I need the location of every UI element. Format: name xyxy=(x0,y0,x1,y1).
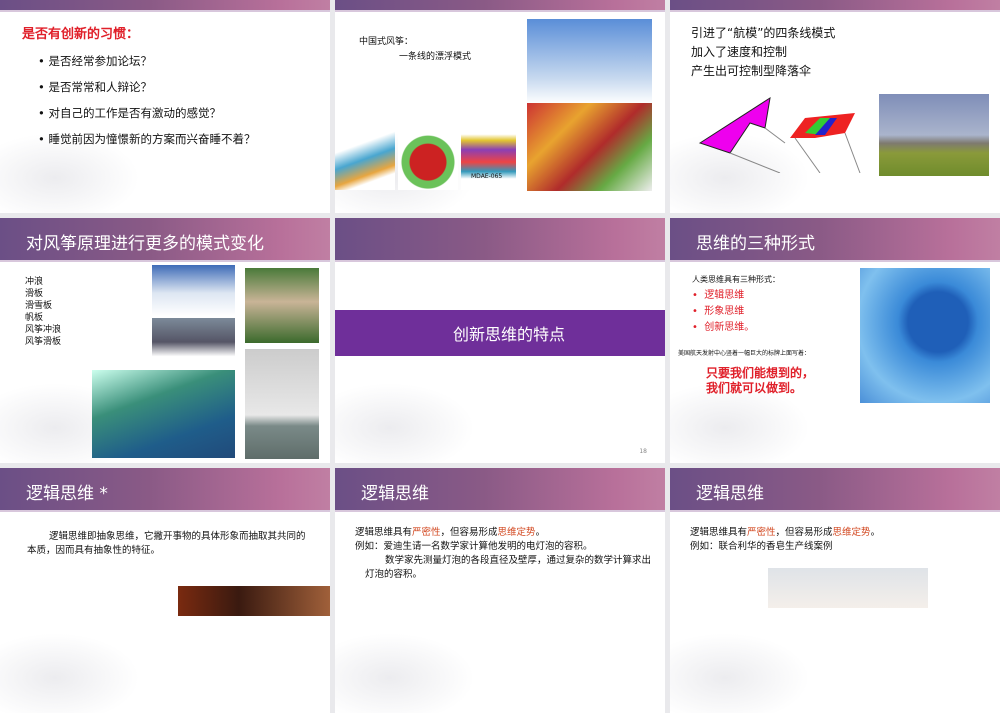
activity-list: 冲浪 滑板 滑雪板 帆板 风筝冲浪 风筝滑板 xyxy=(25,277,62,347)
slide-header: 思维的三种形式 xyxy=(670,218,1000,262)
dragon-kite-photo xyxy=(527,19,652,104)
bullet-list: • 是否经常参加论坛？ • 是否常常和人辩论？ • 对自己的工作是否有激动的感觉… xyxy=(38,48,255,152)
body-text: 逻辑思维即抽象思维，它撇开事物的具体形象而抽取其共同的本质，因而具有抽象性的特征… xyxy=(27,531,306,556)
section-title: 创新思维的特点 xyxy=(453,325,566,344)
slide-heading: 是否有创新的习惯： xyxy=(22,27,140,42)
slide-thumbnail-1[interactable]: 是否有创新的习惯： • 是否经常参加论坛？ • 是否常常和人辩论？ • 对自己的… xyxy=(0,0,330,213)
kite-label: MDAE-065 xyxy=(471,173,503,180)
slide-thumbnail-6[interactable]: 思维的三种形式 人类思维具有三种形式： • 逻辑思维 • 形象思维 • 创新思维… xyxy=(670,218,1000,463)
slide-thumbnail-3[interactable]: 引进了“航模”的四条线模式 加入了速度和控制 产生出可控制型降落伞 xyxy=(670,0,1000,213)
slide-title: 思维的三种形式 xyxy=(696,234,815,254)
slide-thumbnail-5[interactable]: 创新思维的特点 18 xyxy=(335,218,665,463)
slide-title: 逻辑思维 * xyxy=(26,484,108,504)
slide-text: 引进了“航模”的四条线模式 加入了速度和控制 产生出可控制型降落伞 xyxy=(691,26,836,78)
slide-thumbnail-7[interactable]: 逻辑思维 * 逻辑思维即抽象思维，它撇开事物的具体形象而抽取其共同的本质，因而具… xyxy=(0,468,330,713)
slide-header xyxy=(335,0,665,12)
slide-thumbnail-9[interactable]: 逻辑思维 逻辑思维具有严密性，但容易形成思维定势。 例如：联合利华的香皂生产线案… xyxy=(670,468,1000,713)
slide-title: 逻辑思维 xyxy=(696,484,764,504)
bullet-item: • 对自己的工作是否有激动的感觉？ xyxy=(38,106,221,120)
intro-text: 人类思维具有三种形式： xyxy=(692,275,780,284)
bullet-item: • 睡觉前因为憧憬新的方案而兴奋睡不着？ xyxy=(38,132,256,146)
quote-text: 只要我们能想到的， 我们就可以做到。 xyxy=(706,366,815,395)
field-photo xyxy=(879,94,989,176)
slide-header xyxy=(0,0,330,12)
note-text: 美国航天发射中心竖着一幅巨大的标牌上面写着： xyxy=(678,350,811,357)
slide-title: 对风筝原理进行更多的模式变化 xyxy=(26,234,264,254)
kiteboard-jump-photo xyxy=(245,268,319,343)
dog-kite-image xyxy=(398,128,458,190)
slide-header xyxy=(335,218,665,262)
section-banner: 创新思维的特点 xyxy=(335,310,665,356)
slide-header: 对风筝原理进行更多的模式变化 xyxy=(0,218,330,262)
page-number: 18 xyxy=(639,448,647,455)
windsurf-photo xyxy=(152,318,235,366)
kitesurf-photo xyxy=(245,349,319,459)
body-text: 逻辑思维具有严密性，但容易形成思维定势。 例如：爱迪生请一名数学家计算他发明的电… xyxy=(355,527,652,580)
slide-thumbnail-4[interactable]: 对风筝原理进行更多的模式变化 冲浪 滑板 滑雪板 帆板 风筝冲浪 风筝滑板 xyxy=(0,218,330,463)
bullet-item: • 是否常常和人辩论？ xyxy=(38,80,152,94)
fish-kite-image xyxy=(335,128,395,190)
snowboard-photo xyxy=(152,265,235,316)
portrait-photo xyxy=(178,586,330,616)
soap-box-photo xyxy=(768,568,928,608)
wave-surf-photo xyxy=(92,370,235,458)
kite-display-photo xyxy=(527,103,652,191)
parafoil-kite-diagram xyxy=(698,96,861,173)
slide-thumbnail-2[interactable]: 中国式风筝： 一条线的漂浮模式 MDAE-065 xyxy=(335,0,665,213)
slide-title: 逻辑思维 xyxy=(361,484,429,504)
slide-header: 逻辑思维 * xyxy=(0,468,330,512)
body-text: 逻辑思维具有严密性，但容易形成思维定势。 例如：联合利华的香皂生产线案例 xyxy=(690,527,881,552)
slide-header xyxy=(670,0,1000,12)
slide-header: 逻辑思维 xyxy=(670,468,1000,512)
brain-gears-image xyxy=(860,268,990,403)
forms-list: • 逻辑思维 • 形象思维 • 创新思维。 xyxy=(692,290,755,333)
slide-header: 逻辑思维 xyxy=(335,468,665,512)
slide-text: 中国式风筝： 一条线的漂浮模式 xyxy=(359,37,472,62)
slide-thumbnail-8[interactable]: 逻辑思维 逻辑思维具有严密性，但容易形成思维定势。 例如：爱迪生请一名数学家计算… xyxy=(335,468,665,713)
bullet-item: • 是否经常参加论坛？ xyxy=(38,54,152,68)
